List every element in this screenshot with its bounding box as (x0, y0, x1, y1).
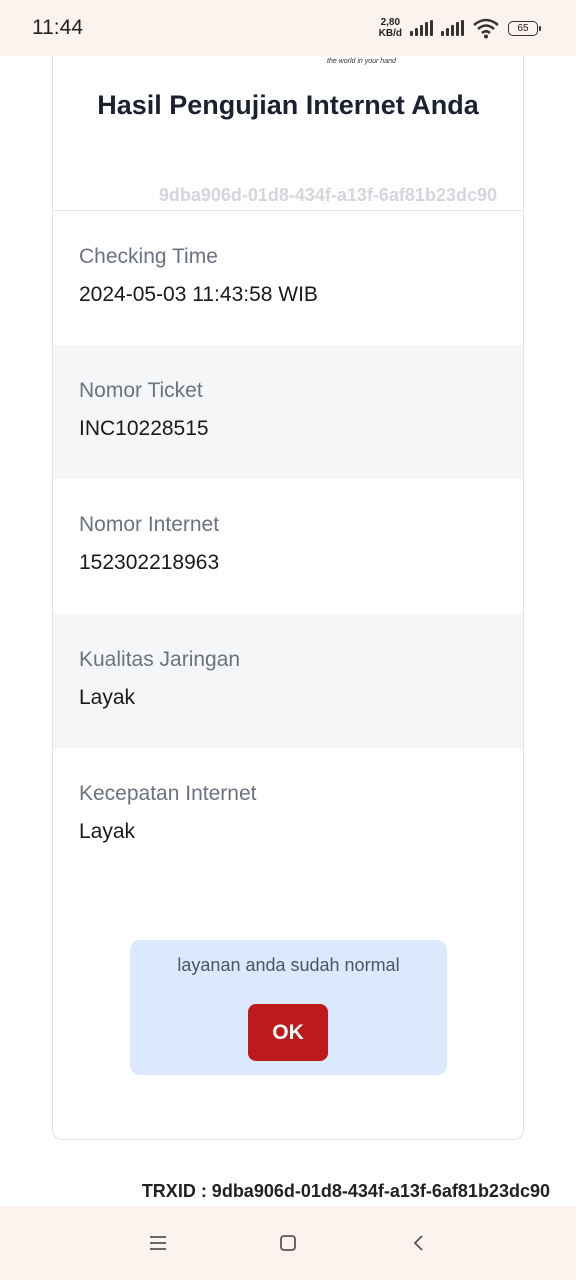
battery-icon: 65 (508, 20, 541, 36)
network-speed: 2,80 KB/d (379, 17, 402, 39)
wifi-icon (473, 18, 499, 39)
detail-label: Nomor Internet (79, 513, 220, 536)
page-title: Hasil Pengujian Internet Anda (97, 90, 479, 120)
detail-row-internet-number: Nomor Internet 152302218963 (53, 479, 523, 613)
status-alert: layanan anda sudah normal OK (130, 940, 447, 1075)
result-card: the world in your hand Hasil Pengujian I… (52, 56, 524, 1140)
menu-icon[interactable] (145, 1230, 171, 1256)
ok-button[interactable]: OK (248, 1004, 328, 1061)
detail-label: Nomor Ticket (79, 379, 203, 402)
detail-value: Layak (79, 820, 136, 843)
battery-level: 65 (517, 22, 529, 34)
status-icons: 2,80 KB/d 65 (379, 17, 541, 39)
status-bar: 11:44 2,80 KB/d 65 (0, 0, 576, 56)
detail-row-checking-time: Checking Time 2024-05-03 11:43:58 WIB (53, 211, 523, 345)
detail-label: Checking Time (79, 245, 218, 268)
detail-label: Kualitas Jaringan (79, 648, 241, 671)
detail-row-ticket-number: Nomor Ticket INC10228515 (53, 345, 523, 479)
status-time: 11:44 (32, 16, 83, 39)
signal-2-icon (441, 20, 464, 36)
detail-value: 2024-05-03 11:43:58 WIB (79, 283, 318, 306)
alert-message: layanan anda sudah normal (177, 955, 400, 975)
detail-value: 152302218963 (79, 551, 220, 574)
detail-value: Layak (79, 686, 136, 709)
footer-trxid: TRXID : 9dba906d-01d8-434f-a13f-6af81b23… (141, 1181, 550, 1201)
logo-tagline: the world in your hand (327, 58, 396, 65)
network-speed-value: 2,80 (380, 17, 401, 28)
detail-row-network-quality: Kualitas Jaringan Layak (53, 614, 523, 748)
network-speed-unit: KB/d (378, 28, 402, 39)
transaction-id: 9dba906d-01d8-434f-a13f-6af81b23dc90 (158, 185, 497, 205)
detail-label: Kecepatan Internet (79, 782, 257, 805)
detail-row-internet-speed: Kecepatan Internet Layak (53, 748, 523, 882)
home-icon[interactable] (275, 1230, 301, 1256)
navigation-bar (0, 1206, 576, 1280)
detail-value: INC10228515 (79, 417, 209, 440)
back-icon[interactable] (406, 1230, 432, 1256)
signal-1-icon (410, 20, 433, 36)
